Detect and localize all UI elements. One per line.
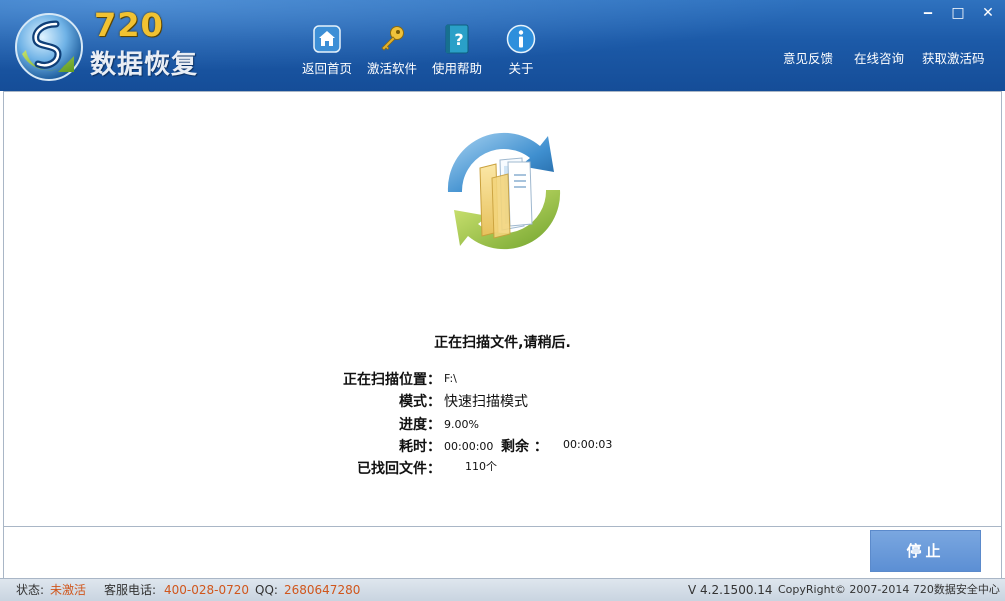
copyright-text: CopyRight© 2007-2014 720数据安全中心 — [778, 583, 1000, 596]
scan-location-value: F:\ — [444, 372, 457, 385]
get-activation-code-link[interactable]: 获取激活码 — [922, 48, 985, 67]
action-bar: 停止 — [3, 527, 1002, 578]
scan-status-title: 正在扫描文件,请稍后. — [434, 335, 571, 351]
qq-label: QQ: — [255, 583, 278, 597]
scan-progress-label: 进度： — [399, 417, 441, 433]
maximize-button[interactable]: □ — [945, 4, 971, 22]
found-files-value: 110个 — [465, 460, 497, 473]
status-bar: 状态: 未激活 客服电话: 400-028-0720 QQ: 268064728… — [0, 578, 1005, 601]
feedback-link[interactable]: 意见反馈 — [783, 48, 833, 67]
scan-mode-label: 模式： — [399, 394, 441, 410]
toolbar-about-label: 关于 — [508, 61, 534, 76]
phone-label: 客服电话: — [104, 583, 157, 597]
logo-name: 数据恢复 — [90, 50, 199, 80]
logo-number: 720 — [94, 6, 164, 44]
toolbar-home-button[interactable]: 返回首页 — [297, 24, 357, 80]
close-button[interactable]: ✕ — [975, 4, 1001, 22]
scan-location-label: 正在扫描位置： — [343, 372, 441, 388]
info-icon — [506, 24, 536, 54]
stop-button[interactable]: 停止 — [870, 530, 981, 572]
scan-recovery-icon — [447, 132, 561, 250]
toolbar-about-button[interactable]: 关于 — [491, 24, 551, 80]
qq-value: 2680647280 — [284, 583, 361, 597]
help-book-icon: ? — [445, 24, 469, 54]
status-label: 状态: — [16, 583, 45, 597]
scan-progress-value: 9.00% — [444, 418, 479, 431]
version-text: V 4.2.1500.14 — [688, 583, 773, 597]
remaining-time-label: 剩余 ： — [501, 439, 548, 455]
phone-value: 400-028-0720 — [164, 583, 250, 597]
online-consult-link[interactable]: 在线咨询 — [854, 48, 904, 67]
found-files-label: 已找回文件： — [357, 461, 441, 477]
minimize-button[interactable]: ‒ — [915, 4, 941, 22]
title-bar: 720 数据恢复 返回首页 激活软件 ? 使用帮助 关于 ‒ □ ✕ 意见反馈 … — [0, 0, 1005, 91]
elapsed-time-label: 耗时： — [399, 439, 441, 455]
toolbar-activate-label: 激活软件 — [366, 61, 417, 76]
toolbar-home-label: 返回首页 — [301, 61, 352, 76]
scan-panel: 正在扫描文件,请稍后. 正在扫描位置： F:\ 模式： 快速扫描模式 进度： 9… — [3, 91, 1002, 527]
logo-icon — [15, 13, 83, 81]
svg-text:?: ? — [454, 30, 463, 49]
scan-mode-value: 快速扫描模式 — [444, 394, 528, 410]
activation-status-value: 未激活 — [50, 583, 87, 597]
toolbar-help-button[interactable]: ? 使用帮助 — [427, 24, 487, 80]
toolbar-activate-button[interactable]: 激活软件 — [362, 24, 422, 80]
home-icon — [313, 25, 341, 53]
elapsed-time-value: 00:00:00 — [444, 440, 494, 453]
key-icon — [381, 26, 404, 51]
remaining-time-value: 00:00:03 — [563, 438, 613, 451]
toolbar-help-label: 使用帮助 — [431, 61, 482, 76]
